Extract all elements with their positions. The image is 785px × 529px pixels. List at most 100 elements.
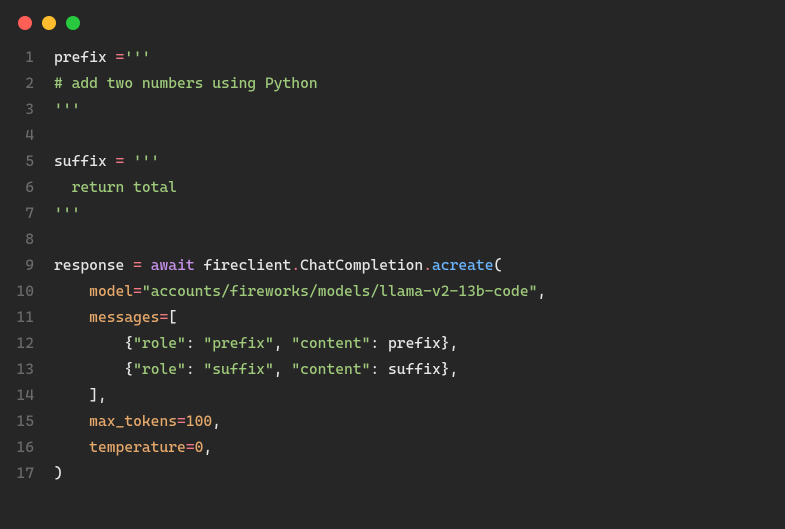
- token-param: messages: [89, 308, 159, 326]
- line-number: 8: [0, 226, 54, 252]
- code-content[interactable]: ''': [54, 96, 80, 122]
- code-content[interactable]: model="accounts/fireworks/models/llama-v…: [54, 278, 546, 304]
- token-op: =: [116, 152, 125, 170]
- code-content[interactable]: temperature=0,: [54, 434, 212, 460]
- code-content[interactable]: messages=[: [54, 304, 177, 330]
- code-line[interactable]: 2# add two numbers using Python: [0, 70, 785, 96]
- code-line[interactable]: 4: [0, 122, 785, 148]
- line-number: 14: [0, 382, 54, 408]
- code-content[interactable]: max_tokens=100,: [54, 408, 221, 434]
- titlebar: [0, 0, 785, 40]
- token-default: {: [54, 360, 133, 378]
- code-line[interactable]: 17): [0, 460, 785, 486]
- token-string: "accounts/fireworks/models/llama-v2-13b-…: [142, 282, 538, 300]
- token-op: .: [291, 256, 300, 274]
- token-default: ,: [274, 334, 292, 352]
- code-line[interactable]: 9response = await fireclient.ChatComplet…: [0, 252, 785, 278]
- code-line[interactable]: 12 {"role": "prefix", "content": prefix}…: [0, 330, 785, 356]
- code-content[interactable]: ): [54, 460, 63, 486]
- token-default: prefix: [54, 48, 116, 66]
- token-default: [: [168, 308, 177, 326]
- token-op: =: [159, 308, 168, 326]
- line-number: 3: [0, 96, 54, 122]
- token-default: [54, 282, 89, 300]
- line-number: 6: [0, 174, 54, 200]
- token-param: temperature: [89, 438, 186, 456]
- line-number: 7: [0, 200, 54, 226]
- token-string: return total: [54, 178, 177, 196]
- token-default: response: [54, 256, 133, 274]
- token-keyword: await: [151, 256, 195, 274]
- code-content[interactable]: ],: [54, 382, 107, 408]
- line-number: 16: [0, 434, 54, 460]
- token-default: :: [186, 360, 204, 378]
- code-line[interactable]: 7''': [0, 200, 785, 226]
- code-line[interactable]: 5suffix = ''': [0, 148, 785, 174]
- code-line[interactable]: 11 messages=[: [0, 304, 785, 330]
- token-default: :: [186, 334, 204, 352]
- line-number: 1: [0, 44, 54, 70]
- token-default: ,: [537, 282, 546, 300]
- code-content[interactable]: prefix =''': [54, 44, 151, 70]
- token-param: model: [89, 282, 133, 300]
- editor-window: 1prefix ='''2# add two numbers using Pyt…: [0, 0, 785, 529]
- code-content[interactable]: response = await fireclient.ChatCompleti…: [54, 252, 502, 278]
- token-default: ): [54, 464, 63, 482]
- code-line[interactable]: 1prefix =''': [0, 44, 785, 70]
- close-icon[interactable]: [18, 16, 32, 30]
- code-line[interactable]: 8: [0, 226, 785, 252]
- code-content[interactable]: {"role": "suffix", "content": suffix},: [54, 356, 458, 382]
- code-line[interactable]: 3''': [0, 96, 785, 122]
- token-string: "prefix": [203, 334, 273, 352]
- token-default: {: [54, 334, 133, 352]
- token-default: (: [494, 256, 503, 274]
- token-string: "content": [291, 334, 370, 352]
- token-string: ''': [133, 152, 159, 170]
- token-default: : prefix},: [370, 334, 458, 352]
- line-number: 9: [0, 252, 54, 278]
- token-string: # add two numbers using Python: [54, 74, 318, 92]
- line-number: 10: [0, 278, 54, 304]
- token-default: ,: [212, 412, 221, 430]
- code-content[interactable]: # add two numbers using Python: [54, 70, 318, 96]
- code-line[interactable]: 6 return total: [0, 174, 785, 200]
- token-func: acreate: [432, 256, 494, 274]
- code-line[interactable]: 16 temperature=0,: [0, 434, 785, 460]
- code-line[interactable]: 15 max_tokens=100,: [0, 408, 785, 434]
- token-number: 100: [186, 412, 212, 430]
- line-number: 13: [0, 356, 54, 382]
- token-default: fireclient: [195, 256, 292, 274]
- line-number: 12: [0, 330, 54, 356]
- token-string: "role": [133, 334, 186, 352]
- token-param: max_tokens: [89, 412, 177, 430]
- token-default: ,: [203, 438, 212, 456]
- code-line[interactable]: 10 model="accounts/fireworks/models/llam…: [0, 278, 785, 304]
- token-string: "role": [133, 360, 186, 378]
- code-line[interactable]: 13 {"role": "suffix", "content": suffix}…: [0, 356, 785, 382]
- token-default: [54, 438, 89, 456]
- line-number: 2: [0, 70, 54, 96]
- token-string: ''': [54, 100, 80, 118]
- token-default: suffix: [54, 152, 116, 170]
- minimize-icon[interactable]: [42, 16, 56, 30]
- line-number: 17: [0, 460, 54, 486]
- token-default: ,: [274, 360, 292, 378]
- code-editor[interactable]: 1prefix ='''2# add two numbers using Pyt…: [0, 40, 785, 490]
- token-default: : suffix},: [370, 360, 458, 378]
- token-default: ],: [54, 386, 107, 404]
- token-default: [54, 308, 89, 326]
- code-line[interactable]: 14 ],: [0, 382, 785, 408]
- token-op: .: [423, 256, 432, 274]
- token-default: [124, 152, 133, 170]
- token-op: =: [133, 282, 142, 300]
- code-content[interactable]: {"role": "prefix", "content": prefix},: [54, 330, 458, 356]
- code-content[interactable]: suffix = ''': [54, 148, 160, 174]
- token-default: ChatCompletion: [300, 256, 423, 274]
- token-string: ''': [54, 204, 80, 222]
- code-content[interactable]: return total: [54, 174, 177, 200]
- line-number: 11: [0, 304, 54, 330]
- code-content[interactable]: ''': [54, 200, 80, 226]
- zoom-icon[interactable]: [66, 16, 80, 30]
- token-op: =: [186, 438, 195, 456]
- line-number: 5: [0, 148, 54, 174]
